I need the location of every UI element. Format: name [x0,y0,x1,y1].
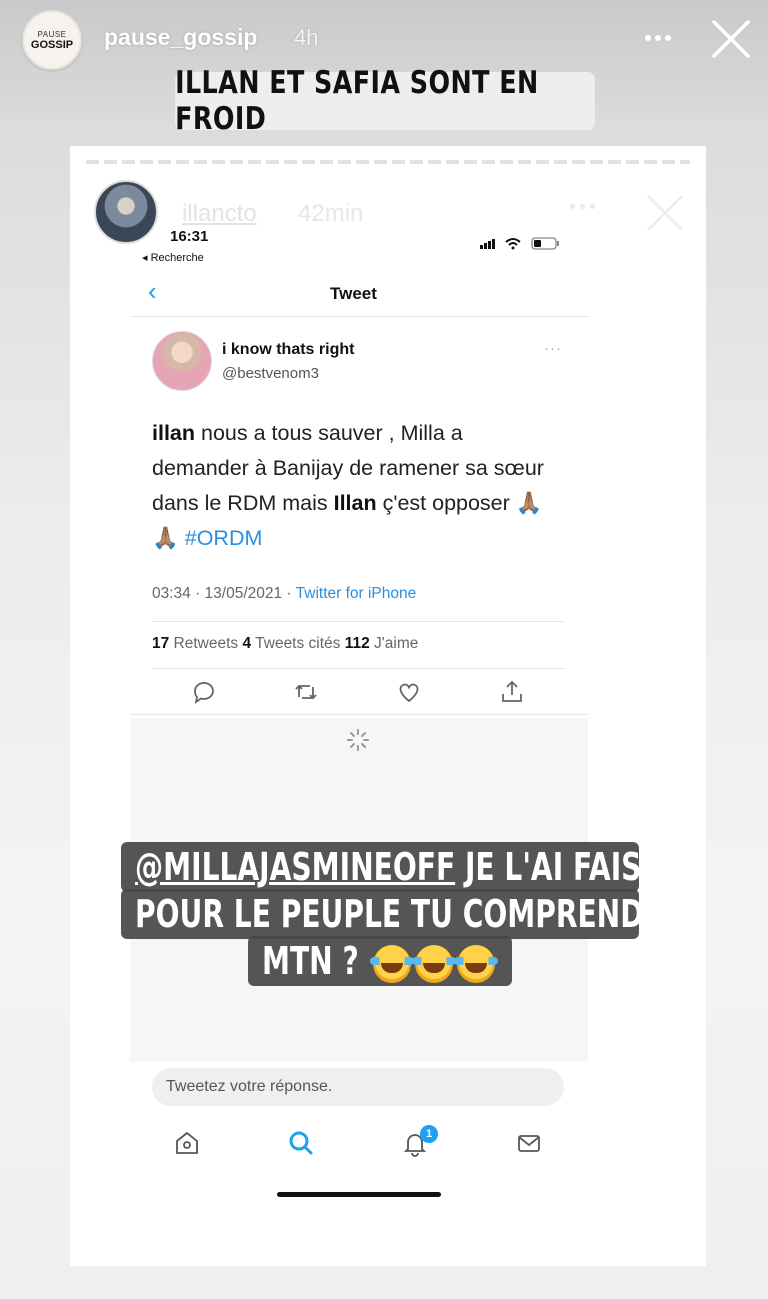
likes-count: 112 [344,635,370,652]
story-headline: ILLAN ET SAFIA SONT EN FROID [175,65,595,137]
story-avatar[interactable]: PAUSE GOSSIP [22,10,82,70]
caption-line-1: @MILLAJASMINEOFF JE L'AI FAIS [121,842,641,892]
nav-back-button: ‹ [148,276,157,306]
status-bar-time: 16:31 [170,228,209,245]
tweet-text: illan nous a tous sauver , Milla a deman… [152,421,544,550]
laughing-emoji-icon [453,944,498,983]
caption-line-3: MTN ? [248,936,512,986]
share-icon [502,680,522,702]
laughing-emoji-icon [369,944,414,983]
reply-icon [194,682,214,705]
retweets-count: 17 [152,635,170,652]
home-icon [176,1131,198,1154]
story-progress-bar [86,160,690,164]
notification-badge: 1 [420,1125,438,1143]
tweet-author-avatar [152,331,212,391]
close-icon[interactable] [710,18,752,60]
avatar-text-bottom: GOSSIP [30,38,74,51]
search-icon [289,1131,313,1155]
quotes-count: 4 [242,635,252,652]
divider [152,621,564,622]
divider [130,316,588,317]
mail-icon [518,1135,540,1152]
tweet-stats: 17 Retweets 4 Tweets cités 112 J'aime [152,635,419,652]
nav-title: Tweet [330,284,377,303]
embedded-screenshot: illancto 42min 16:31 ◂ Recherche ‹ Tweet… [70,146,706,1266]
reply-input: Tweetez votre réponse. [152,1068,564,1106]
story-username[interactable]: pause_gossip [104,24,257,51]
inner-story-username: illancto [182,200,257,227]
heart-icon [399,683,419,703]
tweet-author-handle: @bestvenom3 [222,365,319,382]
retweet-icon [295,684,317,700]
inner-story-avatar [94,180,158,244]
home-indicator [277,1192,441,1197]
more-options-icon[interactable] [640,20,676,56]
tweet-more-icon: ··· [544,340,562,357]
caption-line-2: POUR LE PEUPLE TU COMPREND [121,889,644,939]
tweet-meta: 03:34 · 13/05/2021 · Twitter for iPhone [152,585,417,602]
status-back-link: ◂ Recherche [142,252,204,264]
tweet-source: Twitter for iPhone [295,585,417,602]
story-timestamp: 4h [294,25,319,50]
inner-story-timestamp: 42min [298,200,364,227]
tweet-author-name: i know thats right [222,341,355,358]
divider [152,668,564,669]
divider [130,714,588,715]
caption-mention: @MILLAJASMINEOFF [135,845,456,889]
avatar-text-top: PAUSE [37,29,67,39]
laughing-emoji-icon [411,944,456,983]
inner-close-icon [647,195,683,231]
signal-wifi-battery-icon [480,237,559,250]
loading-spinner-icon [347,729,369,751]
hashtag-link: #ORDM [184,526,263,550]
inner-more-icon [570,204,595,209]
